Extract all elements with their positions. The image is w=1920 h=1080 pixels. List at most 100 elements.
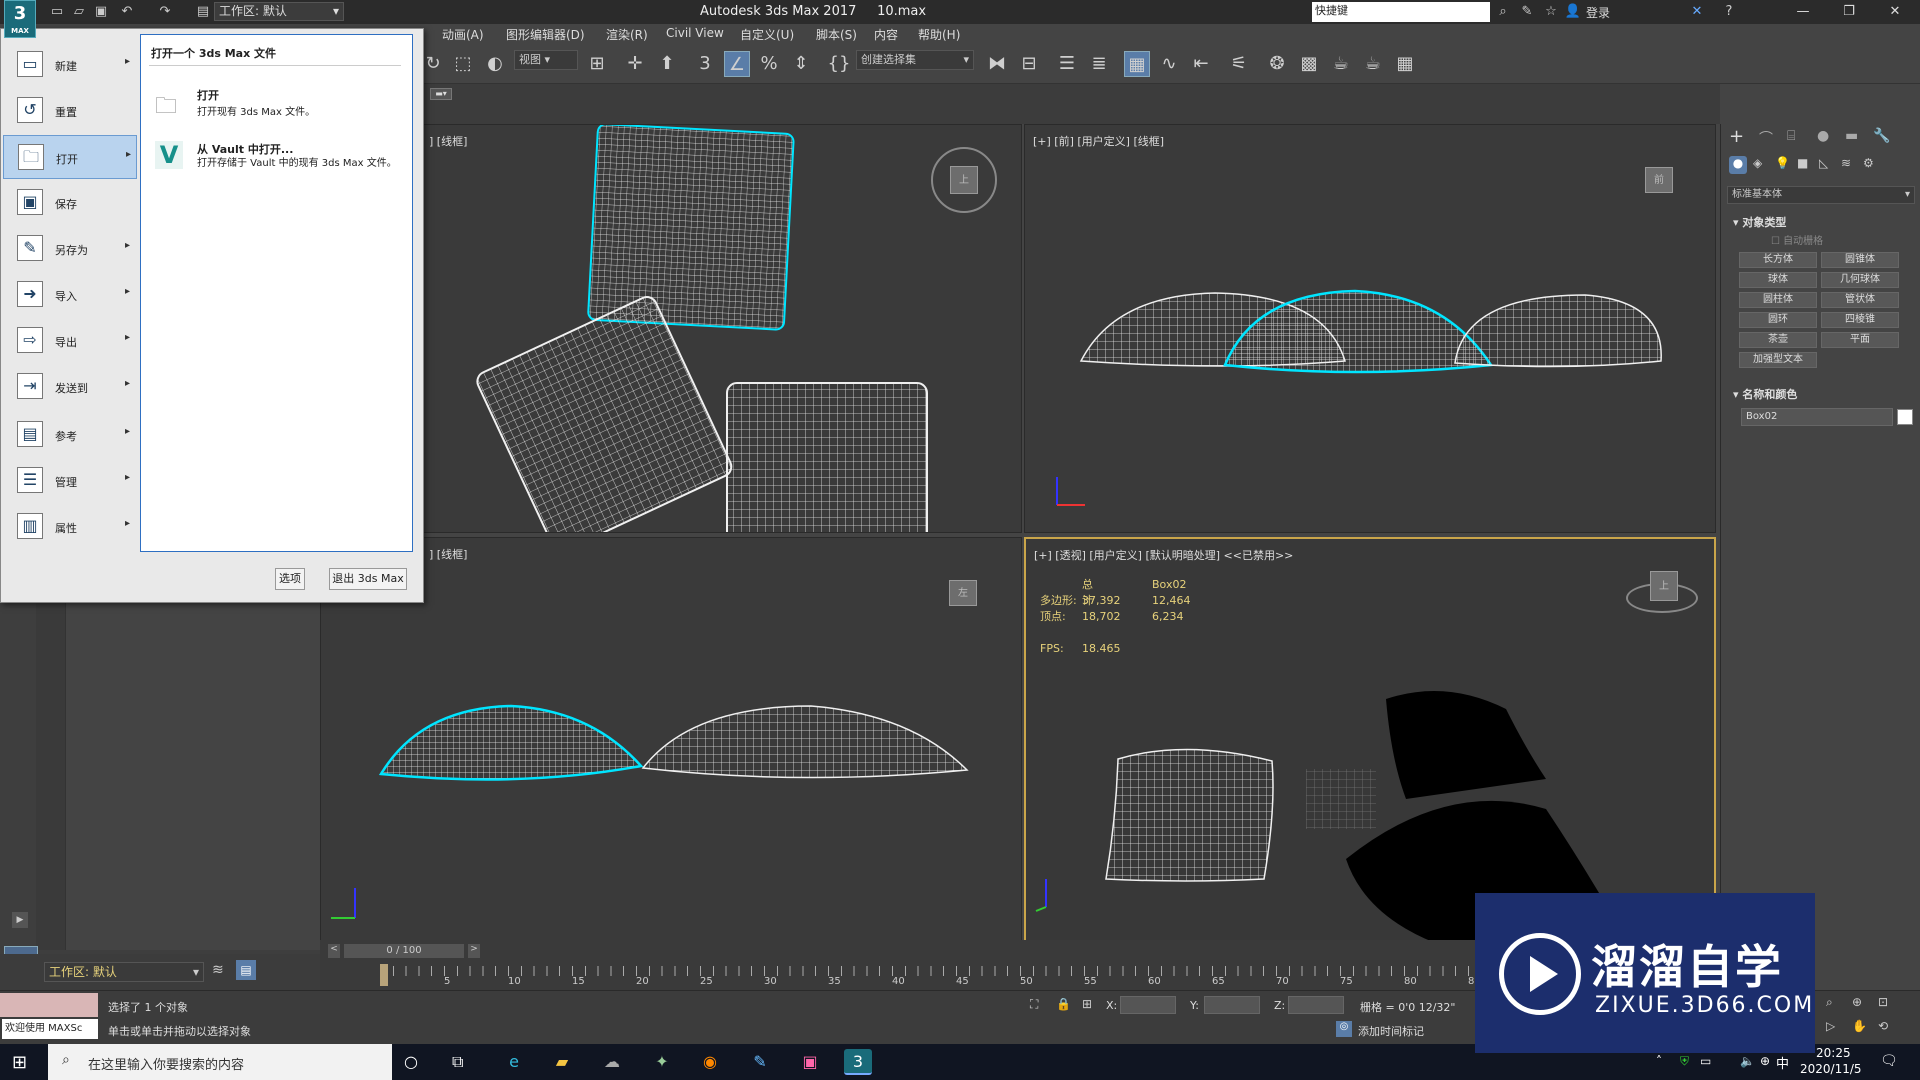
angle-snap-icon[interactable]: ∠ bbox=[724, 51, 750, 77]
z-coordinate-field[interactable] bbox=[1288, 996, 1344, 1014]
zoom-extents-icon[interactable]: ⊡ bbox=[1878, 995, 1888, 1009]
place-icon[interactable]: ⬆ bbox=[654, 51, 680, 77]
sphere-button[interactable]: 球体 bbox=[1739, 272, 1817, 288]
spinner-snap-icon[interactable]: ⇕ bbox=[788, 51, 814, 77]
field-of-view-icon[interactable]: ▷ bbox=[1826, 1019, 1835, 1033]
app-photo-icon[interactable]: ▣ bbox=[796, 1049, 824, 1075]
curve-editor-icon[interactable]: ∿ bbox=[1156, 51, 1182, 77]
app-menu-item-8[interactable]: ▤ 参考 ▸ bbox=[3, 413, 137, 457]
move-icon[interactable]: ✛ bbox=[622, 51, 648, 77]
app-logo-button[interactable]: 3 MAX bbox=[4, 0, 36, 38]
align-icon[interactable]: ⊟ bbox=[1016, 51, 1042, 77]
viewcube-persp-face[interactable]: 上 bbox=[1650, 571, 1678, 601]
object-type-heading[interactable]: ▾ 对象类型 bbox=[1733, 214, 1786, 230]
ime-indicator[interactable]: 中 bbox=[1776, 1053, 1789, 1072]
viewcube-face[interactable]: 上 bbox=[950, 166, 978, 194]
tray-battery-icon[interactable]: ▭ bbox=[1700, 1054, 1711, 1068]
zoom-icon[interactable]: ⌕ bbox=[1826, 995, 1833, 1010]
maximize-button[interactable]: ❐ bbox=[1826, 0, 1872, 24]
menu-content[interactable]: 内容 bbox=[874, 26, 898, 43]
app-bird-icon[interactable]: ✦ bbox=[648, 1049, 676, 1075]
maxscript-welcome[interactable]: 欢迎使用 MAXSc bbox=[2, 1019, 98, 1039]
pivot-icon[interactable]: ⊞ bbox=[584, 51, 610, 77]
cortana-icon[interactable]: ○ bbox=[404, 1052, 418, 1071]
app-menu-item-4[interactable]: ✎ 另存为 ▸ bbox=[3, 227, 137, 271]
current-frame-marker[interactable] bbox=[380, 964, 388, 986]
viewcube-top[interactable]: 上 bbox=[931, 147, 997, 213]
app-cloud-icon[interactable]: ☁ bbox=[598, 1049, 626, 1075]
mirror-icon[interactable]: ⧓ bbox=[984, 51, 1010, 77]
time-prev-button[interactable]: < bbox=[328, 944, 340, 958]
open-file-option[interactable]: 🗀 打开 打开现有 3ds Max 文件。 bbox=[147, 83, 405, 123]
helpers-icon[interactable]: ◺ bbox=[1819, 156, 1828, 170]
app-menu-item-2[interactable]: 🗀 打开 ▸ bbox=[3, 135, 137, 179]
firefox-icon[interactable]: ◉ bbox=[696, 1049, 724, 1075]
user-icon[interactable]: 👤 bbox=[1564, 3, 1582, 21]
object-color-swatch[interactable] bbox=[1897, 409, 1913, 425]
star-icon[interactable]: ☆ bbox=[1542, 3, 1560, 21]
menu-graph-editors[interactable]: 图形编辑器(D) bbox=[506, 26, 585, 43]
cylinder-button[interactable]: 圆柱体 bbox=[1739, 292, 1817, 308]
percent-snap-icon[interactable]: % bbox=[756, 51, 782, 77]
save-icon[interactable]: ▣ bbox=[92, 3, 110, 21]
redo-icon[interactable]: ↷ bbox=[156, 3, 174, 21]
menu-scripting[interactable]: 脚本(S) bbox=[816, 26, 857, 43]
snap-3d-icon[interactable]: 3 bbox=[692, 51, 718, 77]
app-menu-item-9[interactable]: ☰ 管理 ▸ bbox=[3, 459, 137, 503]
systems-icon[interactable]: ⚙ bbox=[1863, 156, 1874, 170]
clock-time[interactable]: 20:25 bbox=[1816, 1046, 1851, 1060]
absolute-mode-icon[interactable]: ⊞ bbox=[1082, 997, 1092, 1011]
open-from-vault-option[interactable]: V 从 Vault 中打开... 打开存储于 Vault 中的现有 3ds Ma… bbox=[147, 137, 405, 185]
new-icon[interactable]: ▭ bbox=[48, 3, 66, 21]
cameras-icon[interactable]: ■ bbox=[1797, 156, 1808, 170]
dope-sheet-icon[interactable]: ⇤ bbox=[1188, 51, 1214, 77]
geometry-icon[interactable]: ● bbox=[1729, 156, 1747, 174]
app-menu-item-6[interactable]: ⇨ 导出 ▸ bbox=[3, 319, 137, 363]
lights-icon[interactable]: 💡 bbox=[1775, 156, 1790, 170]
reference-coord-dropdown[interactable]: 视图 ▾ bbox=[514, 50, 578, 70]
app-menu-item-7[interactable]: ⇥ 发送到 ▸ bbox=[3, 365, 137, 409]
render-setup-icon[interactable]: ▩ bbox=[1296, 51, 1322, 77]
task-view-icon[interactable]: ⧉ bbox=[452, 1052, 463, 1072]
menu-help[interactable]: 帮助(H) bbox=[918, 26, 960, 43]
viewport-perspective[interactable]: [+] [透视] [用户定义] [默认明暗处理] <<已禁用>> 总计 Box02… bbox=[1024, 537, 1716, 945]
object-name-input[interactable]: Box02 bbox=[1741, 408, 1893, 426]
region-select-icon[interactable]: ⬚ bbox=[450, 51, 476, 77]
plane-button[interactable]: 平面 bbox=[1821, 332, 1899, 348]
file-explorer-icon[interactable]: ▰ bbox=[548, 1049, 576, 1075]
tray-network-icon[interactable]: ⊕ bbox=[1760, 1054, 1770, 1068]
menu-rendering[interactable]: 渲染(R) bbox=[606, 26, 648, 43]
utilities-tab-icon[interactable]: 🔧 bbox=[1873, 128, 1890, 144]
y-coordinate-field[interactable] bbox=[1204, 996, 1260, 1014]
torus-button[interactable]: 圆环 bbox=[1739, 312, 1817, 328]
viewcube-perspective[interactable]: 上 bbox=[1626, 571, 1698, 613]
close-button[interactable]: ✕ bbox=[1872, 0, 1918, 24]
app-menu-item-1[interactable]: ↺ 重置 bbox=[3, 89, 137, 133]
notification-icon[interactable]: 🗨 bbox=[1880, 1053, 1898, 1069]
maxscript-listener[interactable] bbox=[0, 993, 98, 1017]
render-teapot-icon[interactable]: ☕ bbox=[1328, 51, 1354, 77]
toggle-ribbon-icon[interactable]: ≣ bbox=[1086, 51, 1112, 77]
app-menu-item-3[interactable]: ▣ 保存 bbox=[3, 181, 137, 225]
expand-arrow-icon[interactable]: ▶ bbox=[12, 912, 28, 928]
render-grid-icon[interactable]: ▦ bbox=[1392, 51, 1418, 77]
teapot-button[interactable]: 茶壶 bbox=[1739, 332, 1817, 348]
app-menu-item-0[interactable]: ▭ 新建 ▸ bbox=[3, 43, 137, 87]
time-slider[interactable]: 0 / 100 bbox=[344, 944, 464, 958]
workspace-selector[interactable]: 工作区: 默认 ▾ bbox=[44, 962, 204, 982]
windows-start-icon[interactable]: ⊞ bbox=[12, 1052, 27, 1073]
options-button[interactable]: 选项 bbox=[275, 568, 305, 590]
binoculars-icon[interactable]: ⌕ bbox=[1494, 3, 1512, 21]
close-x-icon[interactable]: ✕ bbox=[1688, 3, 1706, 21]
taskbar-search[interactable]: ⌕ 在这里输入你要搜索的内容 bbox=[48, 1044, 392, 1080]
scene-explorer-icon[interactable]: ▦ bbox=[1124, 51, 1150, 77]
window-crossing-icon[interactable]: ◐ bbox=[482, 51, 508, 77]
tube-button[interactable]: 管状体 bbox=[1821, 292, 1899, 308]
login-link[interactable]: 登录 bbox=[1586, 4, 1610, 21]
box-button[interactable]: 长方体 bbox=[1739, 252, 1817, 268]
add-time-tag[interactable]: 添加时间标记 bbox=[1358, 1023, 1424, 1039]
project-icon[interactable]: ▤ bbox=[194, 3, 212, 21]
menu-civil-view[interactable]: Civil View bbox=[666, 26, 724, 40]
tray-up-icon[interactable]: ˄ bbox=[1656, 1054, 1662, 1068]
scene-explorer-toggle-icon[interactable]: ▤ bbox=[236, 960, 256, 980]
